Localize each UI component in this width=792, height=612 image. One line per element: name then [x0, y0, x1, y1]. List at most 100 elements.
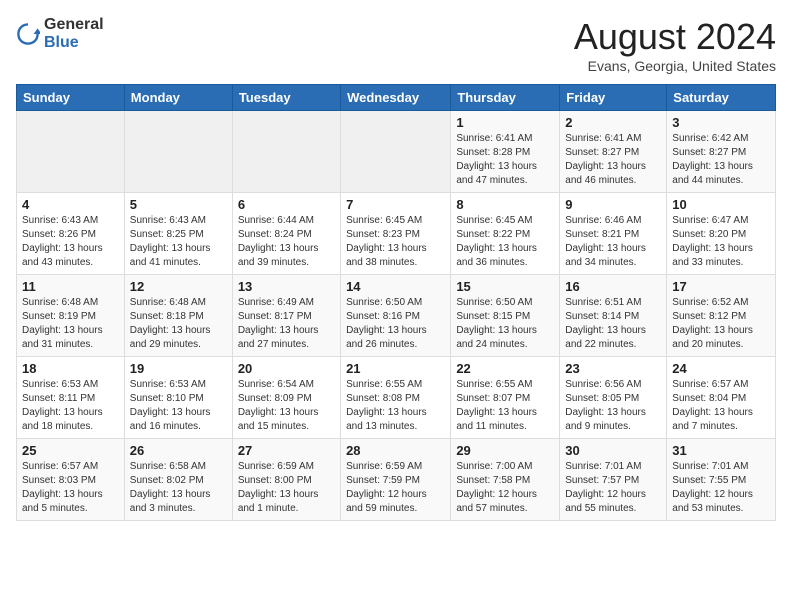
calendar-week-row: 11 Sunrise: 6:48 AMSunset: 8:19 PMDayligh…	[17, 275, 776, 357]
day-number: 11	[22, 279, 119, 294]
day-number: 23	[565, 361, 661, 376]
calendar-cell: 25Sunrise: 6:57 AMSunset: 8:03 PMDayligh…	[17, 439, 125, 521]
day-info: Sunrise: 6:53 AMSunset: 8:11 PMDaylight:…	[22, 378, 119, 434]
calendar-cell: 27 Sunrise: 6:59 AMSunset: 8:00 PMDayligh…	[232, 439, 340, 521]
calendar-cell: 18 Sunrise: 6:53 AMSunset: 8:11 PMDayligh…	[17, 357, 125, 439]
day-number: 9	[565, 197, 661, 212]
day-info: Sunrise: 6:55 AMSunset: 8:07 PMDaylight:…	[456, 378, 554, 434]
day-number: 31	[672, 443, 770, 458]
day-info: Sunrise: 7:01 AMSunset: 7:57 PMDaylight:…	[565, 460, 661, 516]
column-header-wednesday: Wednesday	[341, 85, 451, 111]
column-header-saturday: Saturday	[667, 85, 776, 111]
day-info: Sunrise: 6:58 AMSunset: 8:02 PMDaylight:…	[130, 460, 227, 516]
day-info: Sunrise: 6:48 AMSunset: 8:18 PMDaylight:…	[130, 296, 227, 352]
day-number: 6	[238, 197, 335, 212]
day-info: Sunrise: 6:47 AMSunset: 8:20 PMDaylight:…	[672, 214, 770, 270]
calendar-cell: 30 Sunrise: 7:01 AMSunset: 7:57 PMDayligh…	[560, 439, 667, 521]
day-number: 3	[672, 115, 770, 130]
title-area: August 2024 Evans, Georgia, United State…	[574, 16, 776, 74]
day-number: 12	[130, 279, 227, 294]
day-number: 1	[456, 115, 554, 130]
column-header-friday: Friday	[560, 85, 667, 111]
day-info: Sunrise: 6:43 AMSunset: 8:25 PMDaylight:…	[130, 214, 227, 270]
day-info: Sunrise: 6:53 AMSunset: 8:10 PMDaylight:…	[130, 378, 227, 434]
day-info: Sunrise: 6:54 AMSunset: 8:09 PMDaylight:…	[238, 378, 335, 434]
calendar-cell: 1 Sunrise: 6:41 AMSunset: 8:28 PMDaylight…	[451, 111, 560, 193]
calendar-week-row: 18 Sunrise: 6:53 AMSunset: 8:11 PMDayligh…	[17, 357, 776, 439]
logo-icon	[16, 22, 40, 46]
calendar-cell: 9 Sunrise: 6:46 AMSunset: 8:21 PMDaylight…	[560, 193, 667, 275]
calendar-cell: 28Sunrise: 6:59 AMSunset: 7:59 PMDayligh…	[341, 439, 451, 521]
calendar-week-row: 25Sunrise: 6:57 AMSunset: 8:03 PMDayligh…	[17, 439, 776, 521]
calendar-cell: 31Sunrise: 7:01 AMSunset: 7:55 PMDayligh…	[667, 439, 776, 521]
day-info: Sunrise: 6:41 AMSunset: 8:28 PMDaylight:…	[456, 132, 554, 188]
calendar-header-row: SundayMondayTuesdayWednesdayThursdayFrid…	[17, 85, 776, 111]
calendar-cell: 3 Sunrise: 6:42 AMSunset: 8:27 PMDaylight…	[667, 111, 776, 193]
month-title: August 2024	[574, 16, 776, 58]
column-header-monday: Monday	[124, 85, 232, 111]
day-number: 25	[22, 443, 119, 458]
calendar-cell	[124, 111, 232, 193]
calendar-cell: 29 Sunrise: 7:00 AMSunset: 7:58 PMDayligh…	[451, 439, 560, 521]
calendar-table: SundayMondayTuesdayWednesdayThursdayFrid…	[16, 84, 776, 521]
day-number: 30	[565, 443, 661, 458]
calendar-cell: 5 Sunrise: 6:43 AMSunset: 8:25 PMDaylight…	[124, 193, 232, 275]
day-info: Sunrise: 6:50 AMSunset: 8:16 PMDaylight:…	[346, 296, 445, 352]
calendar-cell: 7 Sunrise: 6:45 AMSunset: 8:23 PMDaylight…	[341, 193, 451, 275]
day-number: 18	[22, 361, 119, 376]
day-info: Sunrise: 6:46 AMSunset: 8:21 PMDaylight:…	[565, 214, 661, 270]
day-info: Sunrise: 6:42 AMSunset: 8:27 PMDaylight:…	[672, 132, 770, 188]
day-info: Sunrise: 6:45 AMSunset: 8:22 PMDaylight:…	[456, 214, 554, 270]
day-info: Sunrise: 6:51 AMSunset: 8:14 PMDaylight:…	[565, 296, 661, 352]
day-info: Sunrise: 6:48 AMSunset: 8:19 PMDaylight:…	[22, 296, 119, 352]
day-info: Sunrise: 6:59 AMSunset: 7:59 PMDaylight:…	[346, 460, 445, 516]
calendar-cell: 24Sunrise: 6:57 AMSunset: 8:04 PMDayligh…	[667, 357, 776, 439]
calendar-cell: 22 Sunrise: 6:55 AMSunset: 8:07 PMDayligh…	[451, 357, 560, 439]
calendar-cell: 4Sunrise: 6:43 AMSunset: 8:26 PMDaylight…	[17, 193, 125, 275]
calendar-cell	[341, 111, 451, 193]
day-number: 22	[456, 361, 554, 376]
day-number: 2	[565, 115, 661, 130]
day-number: 17	[672, 279, 770, 294]
column-header-sunday: Sunday	[17, 85, 125, 111]
day-info: Sunrise: 6:45 AMSunset: 8:23 PMDaylight:…	[346, 214, 445, 270]
calendar-cell: 19Sunrise: 6:53 AMSunset: 8:10 PMDayligh…	[124, 357, 232, 439]
day-info: Sunrise: 6:56 AMSunset: 8:05 PMDaylight:…	[565, 378, 661, 434]
location: Evans, Georgia, United States	[574, 58, 776, 74]
day-number: 16	[565, 279, 661, 294]
day-number: 10	[672, 197, 770, 212]
day-info: Sunrise: 6:41 AMSunset: 8:27 PMDaylight:…	[565, 132, 661, 188]
day-number: 8	[456, 197, 554, 212]
day-number: 20	[238, 361, 335, 376]
day-info: Sunrise: 7:00 AMSunset: 7:58 PMDaylight:…	[456, 460, 554, 516]
day-info: Sunrise: 6:50 AMSunset: 8:15 PMDaylight:…	[456, 296, 554, 352]
calendar-cell: 11 Sunrise: 6:48 AMSunset: 8:19 PMDayligh…	[17, 275, 125, 357]
logo: General Blue	[16, 16, 104, 51]
calendar-cell: 13Sunrise: 6:49 AMSunset: 8:17 PMDayligh…	[232, 275, 340, 357]
calendar-cell: 12 Sunrise: 6:48 AMSunset: 8:18 PMDayligh…	[124, 275, 232, 357]
day-info: Sunrise: 6:57 AMSunset: 8:04 PMDaylight:…	[672, 378, 770, 434]
calendar-cell: 6Sunrise: 6:44 AMSunset: 8:24 PMDaylight…	[232, 193, 340, 275]
day-number: 26	[130, 443, 227, 458]
day-info: Sunrise: 6:43 AMSunset: 8:26 PMDaylight:…	[22, 214, 119, 270]
logo-text: General Blue	[44, 16, 104, 51]
day-number: 5	[130, 197, 227, 212]
calendar-week-row: 4Sunrise: 6:43 AMSunset: 8:26 PMDaylight…	[17, 193, 776, 275]
day-number: 15	[456, 279, 554, 294]
day-info: Sunrise: 6:49 AMSunset: 8:17 PMDaylight:…	[238, 296, 335, 352]
day-number: 29	[456, 443, 554, 458]
calendar-cell: 14Sunrise: 6:50 AMSunset: 8:16 PMDayligh…	[341, 275, 451, 357]
day-number: 27	[238, 443, 335, 458]
calendar-cell: 20 Sunrise: 6:54 AMSunset: 8:09 PMDayligh…	[232, 357, 340, 439]
logo-blue: Blue	[44, 34, 104, 52]
calendar-cell	[232, 111, 340, 193]
day-info: Sunrise: 6:59 AMSunset: 8:00 PMDaylight:…	[238, 460, 335, 516]
calendar-cell: 10 Sunrise: 6:47 AMSunset: 8:20 PMDayligh…	[667, 193, 776, 275]
calendar-cell: 16 Sunrise: 6:51 AMSunset: 8:14 PMDayligh…	[560, 275, 667, 357]
calendar-cell	[17, 111, 125, 193]
day-info: Sunrise: 6:52 AMSunset: 8:12 PMDaylight:…	[672, 296, 770, 352]
calendar-cell: 23 Sunrise: 6:56 AMSunset: 8:05 PMDayligh…	[560, 357, 667, 439]
calendar-cell: 26 Sunrise: 6:58 AMSunset: 8:02 PMDayligh…	[124, 439, 232, 521]
page-header: General Blue August 2024 Evans, Georgia,…	[16, 16, 776, 74]
day-number: 7	[346, 197, 445, 212]
